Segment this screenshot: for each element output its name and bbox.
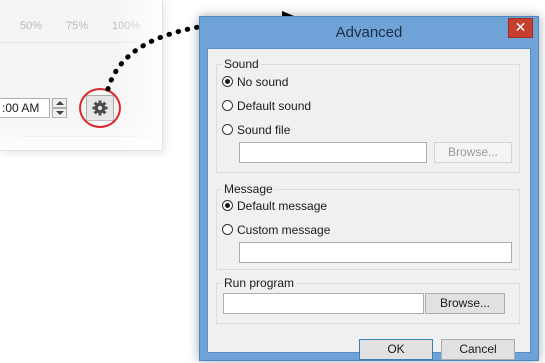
message-group: Message Default message Custom message xyxy=(216,182,520,270)
sound-browse-button[interactable]: Browse... xyxy=(434,142,512,163)
background-window: 50% 75% 100% :00 AM xyxy=(0,0,163,151)
sound-group: Sound No sound Default sound Sound file … xyxy=(216,57,520,173)
sound-file-input[interactable] xyxy=(239,142,427,163)
radio-label: Default message xyxy=(237,199,328,213)
radio-default-sound[interactable]: Default sound xyxy=(222,98,311,114)
program-path-input[interactable] xyxy=(223,293,424,314)
run-program-group: Run program Browse... xyxy=(216,276,520,324)
radio-label: No sound xyxy=(237,75,289,89)
radio-default-message[interactable]: Default message xyxy=(222,198,327,214)
divider xyxy=(20,136,162,137)
percent-label: 75% xyxy=(66,20,89,32)
close-icon: ✕ xyxy=(514,20,527,36)
radio-button-checked[interactable] xyxy=(222,200,233,211)
screenshot-stage: 50% 75% 100% :00 AM Advanced ✕ Sound No … xyxy=(0,0,545,363)
time-spin-up-button[interactable] xyxy=(52,98,67,108)
radio-button[interactable] xyxy=(222,224,233,235)
radio-no-sound[interactable]: No sound xyxy=(222,74,288,90)
radio-button-checked[interactable] xyxy=(222,76,233,87)
close-button[interactable]: ✕ xyxy=(508,18,533,38)
dialog-titlebar[interactable]: Advanced ✕ xyxy=(200,17,538,48)
percent-label: 100% xyxy=(112,20,141,32)
run-program-group-label: Run program xyxy=(224,276,295,290)
sound-group-label: Sound xyxy=(224,57,259,71)
ok-button[interactable]: OK xyxy=(359,339,433,360)
radio-sound-file[interactable]: Sound file xyxy=(222,122,290,138)
percent-label: 50% xyxy=(20,20,43,32)
highlight-circle xyxy=(79,88,121,128)
advanced-dialog: Advanced ✕ Sound No sound Default sound … xyxy=(199,16,539,361)
time-spin-down-button[interactable] xyxy=(52,108,67,118)
cancel-button[interactable]: Cancel xyxy=(441,339,515,360)
radio-custom-message[interactable]: Custom message xyxy=(222,222,330,238)
program-browse-button[interactable]: Browse... xyxy=(425,293,505,314)
divider xyxy=(0,42,162,43)
dialog-body: Sound No sound Default sound Sound file … xyxy=(207,48,531,360)
radio-button[interactable] xyxy=(222,100,233,111)
radio-label: Custom message xyxy=(237,223,331,237)
radio-label: Sound file xyxy=(237,123,291,137)
message-group-label: Message xyxy=(224,182,273,196)
radio-button[interactable] xyxy=(222,124,233,135)
dialog-title: Advanced xyxy=(335,24,403,41)
radio-label: Default sound xyxy=(237,99,312,113)
time-input[interactable]: :00 AM xyxy=(0,98,50,118)
custom-message-input[interactable] xyxy=(239,242,512,263)
